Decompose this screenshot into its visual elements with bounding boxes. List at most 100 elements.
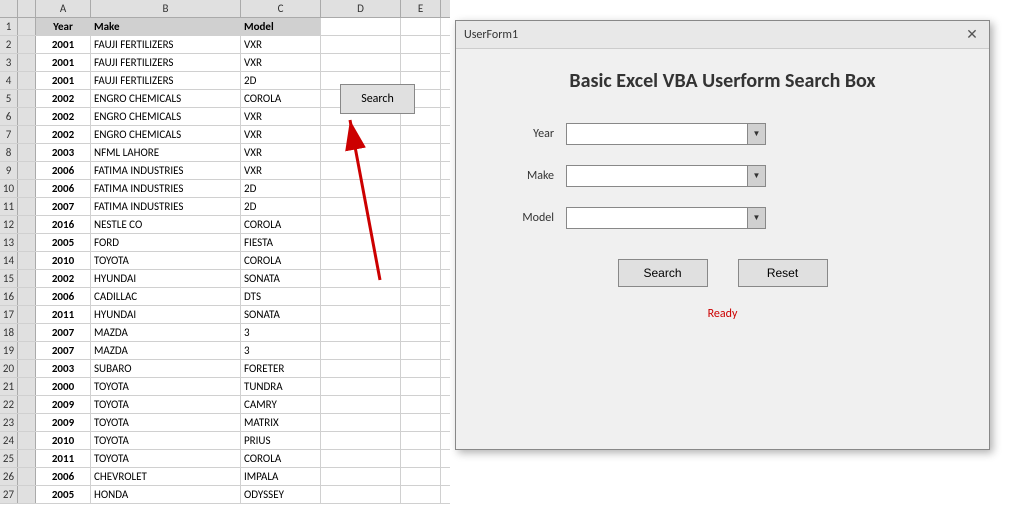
make-combobox[interactable]: ▼ (566, 165, 766, 187)
cell-model[interactable]: IMPALA (241, 468, 321, 485)
cell-model[interactable]: 2D (241, 198, 321, 215)
cell-model[interactable]: CAMRY (241, 396, 321, 413)
year-dropdown-arrow[interactable]: ▼ (747, 124, 765, 144)
cell-model[interactable]: 2D (241, 180, 321, 197)
reset-button[interactable]: Reset (738, 259, 828, 287)
model-input[interactable] (567, 208, 747, 228)
search-button[interactable]: Search (618, 259, 708, 287)
table-row: 12 2016 NESTLE CO COROLA (0, 216, 450, 234)
cell-make[interactable]: CADILLAC (91, 288, 241, 305)
cell-year[interactable]: 2006 (36, 180, 91, 197)
cell-model[interactable]: 3 (241, 324, 321, 341)
cell-year[interactable]: 2001 (36, 54, 91, 71)
excel-search-button[interactable]: Search (340, 84, 415, 114)
cell-model[interactable]: VXR (241, 36, 321, 53)
cell-model[interactable]: VXR (241, 144, 321, 161)
cell-year[interactable]: 2005 (36, 234, 91, 251)
cell-model[interactable]: COROLA (241, 216, 321, 233)
cell-year[interactable]: 2016 (36, 216, 91, 233)
cell-model[interactable]: VXR (241, 126, 321, 143)
cell-make[interactable]: MAZDA (91, 342, 241, 359)
cell-year[interactable]: 2010 (36, 432, 91, 449)
cell-make[interactable]: SUBARO (91, 360, 241, 377)
cell-year[interactable]: 2007 (36, 324, 91, 341)
cell-make[interactable]: FATIMA INDUSTRIES (91, 180, 241, 197)
cell-model[interactable]: COROLA (241, 450, 321, 467)
cell-year[interactable]: 2011 (36, 450, 91, 467)
cell-year[interactable]: 2011 (36, 306, 91, 323)
cell-make[interactable]: ENGRO CHEMICALS (91, 108, 241, 125)
cell-make[interactable]: HYUNDAI (91, 306, 241, 323)
model-combobox[interactable]: ▼ (566, 207, 766, 229)
cell-model[interactable]: SONATA (241, 270, 321, 287)
cell-e (321, 54, 401, 71)
cell-model[interactable]: DTS (241, 288, 321, 305)
cell-make[interactable]: FAUJI FERTILIZERS (91, 54, 241, 71)
make-input[interactable] (567, 166, 747, 186)
cell-model[interactable]: 3 (241, 342, 321, 359)
year-combobox[interactable]: ▼ (566, 123, 766, 145)
cell-make[interactable]: TOYOTA (91, 414, 241, 431)
cell-make[interactable]: FATIMA INDUSTRIES (91, 162, 241, 179)
cell-model[interactable]: FIESTA (241, 234, 321, 251)
cell-year[interactable]: 2002 (36, 270, 91, 287)
cell-make[interactable]: NESTLE CO (91, 216, 241, 233)
cell-year[interactable]: 2002 (36, 126, 91, 143)
cell-make[interactable]: TOYOTA (91, 432, 241, 449)
cell-make[interactable]: FAUJI FERTILIZERS (91, 36, 241, 53)
cell-make[interactable]: FATIMA INDUSTRIES (91, 198, 241, 215)
cell-make[interactable]: HONDA (91, 486, 241, 503)
cell-make[interactable]: Make (91, 18, 241, 35)
cell-year[interactable]: 2010 (36, 252, 91, 269)
make-dropdown-arrow[interactable]: ▼ (747, 166, 765, 186)
cell-year[interactable]: 2001 (36, 36, 91, 53)
cell-make[interactable]: TOYOTA (91, 396, 241, 413)
cell-make[interactable]: TOYOTA (91, 378, 241, 395)
cell-make[interactable]: MAZDA (91, 324, 241, 341)
cell-f (401, 252, 441, 269)
cell-model[interactable]: COROLA (241, 252, 321, 269)
cell-year[interactable]: Year (36, 18, 91, 35)
cell-model[interactable]: VXR (241, 54, 321, 71)
cell-year[interactable]: 2007 (36, 198, 91, 215)
cell-year[interactable]: 2002 (36, 90, 91, 107)
cell-year[interactable]: 2005 (36, 486, 91, 503)
year-input[interactable] (567, 124, 747, 144)
cell-year[interactable]: 2007 (36, 342, 91, 359)
cell-year[interactable]: 2009 (36, 414, 91, 431)
row-number: 17 (0, 306, 18, 323)
cell-year[interactable]: 2006 (36, 288, 91, 305)
cell-year[interactable]: 2000 (36, 378, 91, 395)
cell-model[interactable]: VXR (241, 108, 321, 125)
cell-model[interactable]: FORETER (241, 360, 321, 377)
year-field-row: Year ▼ (486, 123, 959, 145)
cell-model[interactable]: 2D (241, 72, 321, 89)
cell-make[interactable]: FORD (91, 234, 241, 251)
userform-close-button[interactable]: ✕ (963, 26, 981, 44)
cell-model[interactable]: PRIUS (241, 432, 321, 449)
cell-model[interactable]: VXR (241, 162, 321, 179)
row-number: 10 (0, 180, 18, 197)
cell-year[interactable]: 2006 (36, 162, 91, 179)
cell-make[interactable]: FAUJI FERTILIZERS (91, 72, 241, 89)
cell-year[interactable]: 2003 (36, 360, 91, 377)
cell-make[interactable]: ENGRO CHEMICALS (91, 90, 241, 107)
cell-make[interactable]: HYUNDAI (91, 270, 241, 287)
cell-make[interactable]: ENGRO CHEMICALS (91, 126, 241, 143)
cell-model[interactable]: COROLA (241, 90, 321, 107)
cell-year[interactable]: 2009 (36, 396, 91, 413)
cell-model[interactable]: TUNDRA (241, 378, 321, 395)
cell-model[interactable]: ODYSSEY (241, 486, 321, 503)
cell-model[interactable]: MATRIX (241, 414, 321, 431)
model-dropdown-arrow[interactable]: ▼ (747, 208, 765, 228)
cell-year[interactable]: 2001 (36, 72, 91, 89)
cell-model[interactable]: Model (241, 18, 321, 35)
cell-make[interactable]: TOYOTA (91, 450, 241, 467)
cell-year[interactable]: 2002 (36, 108, 91, 125)
cell-year[interactable]: 2006 (36, 468, 91, 485)
cell-make[interactable]: CHEVROLET (91, 468, 241, 485)
cell-model[interactable]: SONATA (241, 306, 321, 323)
cell-year[interactable]: 2003 (36, 144, 91, 161)
cell-make[interactable]: TOYOTA (91, 252, 241, 269)
cell-make[interactable]: NFML LAHORE (91, 144, 241, 161)
